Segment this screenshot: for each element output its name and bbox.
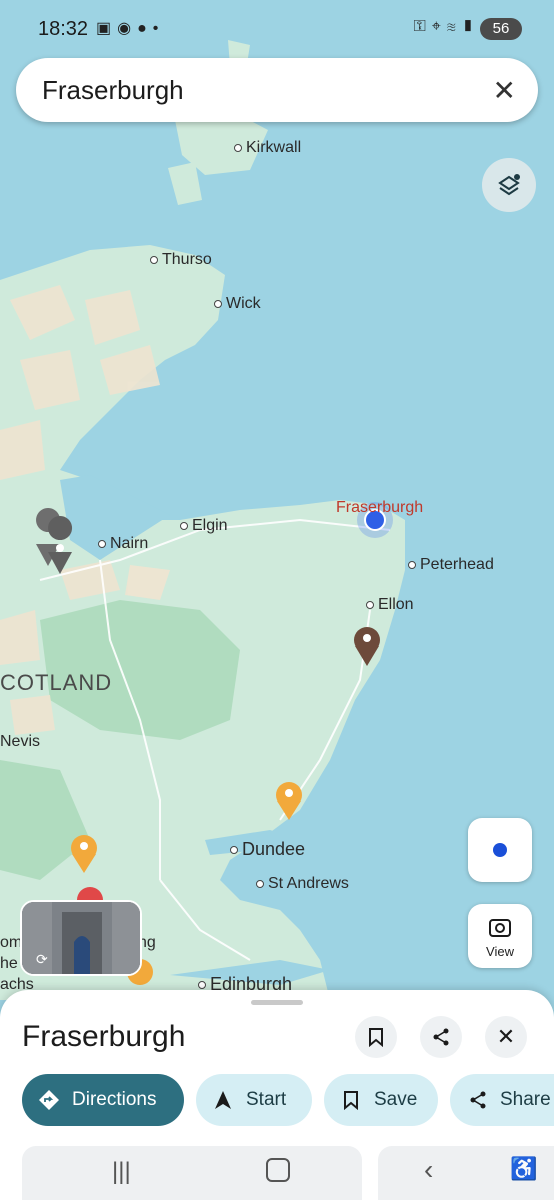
signal-icon: ▮ xyxy=(461,18,480,35)
search-query[interactable]: Fraserburgh xyxy=(42,75,184,106)
street-view-thumbnail[interactable]: ⟳ xyxy=(20,900,142,976)
system-nav-bar: ||| ‹ ♿ xyxy=(0,1146,554,1200)
wifi-icon: ≋ xyxy=(446,18,462,35)
accessibility-icon: ◉ xyxy=(117,20,138,37)
navigation-arrow-icon xyxy=(215,1091,231,1109)
view-button[interactable]: View xyxy=(468,904,532,968)
clear-search-icon[interactable]: ✕ xyxy=(493,74,516,107)
place-label-wick[interactable]: Wick xyxy=(214,295,261,313)
home-icon[interactable] xyxy=(266,1158,290,1182)
am-icon: ● xyxy=(137,20,153,37)
share-label: Share xyxy=(500,1089,551,1110)
save-label: Save xyxy=(374,1089,418,1110)
bookmark-icon xyxy=(344,1091,358,1110)
place-label-nevis[interactable]: Nevis xyxy=(0,733,40,751)
place-label-kirkwall[interactable]: Kirkwall xyxy=(234,139,301,157)
bookmark-icon xyxy=(369,1028,383,1047)
location-icon: ⌖ xyxy=(431,18,447,35)
directions-label: Directions xyxy=(72,1089,157,1110)
save-place-button[interactable] xyxy=(355,1016,397,1058)
edge-label-fragment: om xyxy=(0,934,23,951)
region-label-scotland: COTLAND xyxy=(0,670,113,695)
share-icon xyxy=(470,1091,486,1109)
share-button[interactable]: Share xyxy=(450,1074,554,1126)
my-location-icon xyxy=(493,843,507,857)
share-icon xyxy=(433,1028,449,1046)
place-label-fraserburgh[interactable]: Fraserburgh xyxy=(336,499,423,517)
layers-icon xyxy=(498,174,520,196)
start-label: Start xyxy=(246,1089,287,1110)
recent-apps-icon[interactable]: ||| xyxy=(112,1158,131,1186)
place-label-nairn[interactable]: Nairn xyxy=(98,535,148,553)
place-label-peterhead[interactable]: Peterhead xyxy=(408,556,494,574)
status-time: 18:32 xyxy=(38,18,89,40)
view-label: View xyxy=(486,944,514,959)
place-label-ellon[interactable]: Ellon xyxy=(366,596,414,614)
status-bar: 18:32 ▣◉●• ⚿⌖≋▮ 56 xyxy=(0,0,554,60)
save-button[interactable]: Save xyxy=(324,1074,438,1126)
place-label-elgin[interactable]: Elgin xyxy=(180,517,228,535)
key-icon: ⚿ xyxy=(413,18,432,35)
layers-button[interactable] xyxy=(482,158,536,212)
screenshot-icon: ▣ xyxy=(96,20,118,37)
close-icon: ✕ xyxy=(496,1024,516,1049)
battery-indicator: 56 xyxy=(480,18,522,40)
photo-strip-placeholder xyxy=(22,1146,362,1200)
edge-label-fragment: he xyxy=(0,955,18,972)
my-location-button[interactable] xyxy=(468,818,532,882)
dot-icon: • xyxy=(152,20,165,37)
status-left-icons: ▣◉●• xyxy=(96,18,164,38)
place-label-thurso[interactable]: Thurso xyxy=(150,251,212,269)
share-place-button[interactable] xyxy=(420,1016,462,1058)
status-right-icons: ⚿⌖≋▮ xyxy=(414,18,480,36)
close-sheet-button[interactable]: ✕ xyxy=(485,1016,527,1058)
rotate-360-icon: ⟳ xyxy=(36,952,48,968)
place-title: Fraserburgh xyxy=(22,1020,186,1053)
search-bar[interactable]: Fraserburgh ✕ xyxy=(16,58,538,122)
directions-button[interactable]: Directions xyxy=(22,1074,184,1126)
start-button[interactable]: Start xyxy=(196,1074,312,1126)
lens-camera-icon xyxy=(489,919,511,937)
street-view-image: ⟳ xyxy=(22,902,140,974)
place-label-st-andrews[interactable]: St Andrews xyxy=(256,875,349,893)
accessibility-icon[interactable]: ♿ xyxy=(510,1156,537,1182)
directions-icon xyxy=(39,1090,59,1110)
sheet-drag-handle[interactable] xyxy=(251,1000,303,1005)
back-icon[interactable]: ‹ xyxy=(424,1154,433,1186)
place-label-dundee[interactable]: Dundee xyxy=(230,839,305,860)
